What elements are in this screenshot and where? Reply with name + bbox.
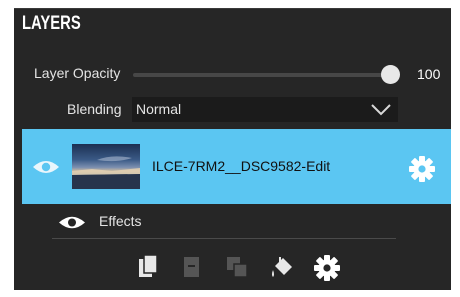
effects-row[interactable]: Effects (52, 204, 396, 239)
opacity-label: Layer Opacity (34, 65, 121, 81)
fill-bucket-icon[interactable] (270, 254, 296, 282)
delete-layer-icon[interactable] (180, 254, 204, 280)
blending-label: Blending (67, 101, 122, 117)
effects-label: Effects (99, 213, 142, 229)
merge-layers-icon[interactable] (224, 254, 250, 280)
settings-gear-icon[interactable] (313, 254, 341, 282)
blending-dropdown[interactable]: Normal (132, 97, 398, 122)
blending-value: Normal (136, 101, 182, 117)
opacity-value: 100 (417, 66, 441, 82)
layer-name: ILCE-7RM2__DSC9582-Edit (152, 158, 331, 174)
layer-thumbnail[interactable] (72, 144, 140, 189)
duplicate-layer-icon[interactable] (137, 254, 161, 280)
opacity-slider-handle[interactable] (381, 65, 400, 84)
effects-visibility-eye-icon[interactable] (58, 215, 86, 230)
opacity-slider-track[interactable] (133, 73, 390, 77)
layer-visibility-eye-icon[interactable] (32, 159, 60, 175)
chevron-down-icon (371, 104, 391, 116)
thumbnail-image (72, 156, 140, 189)
layer-row-selected[interactable]: ILCE-7RM2__DSC9582-Edit (22, 129, 451, 204)
panel-title: LAYERS (22, 13, 81, 34)
layer-settings-gear-icon[interactable] (408, 155, 436, 183)
